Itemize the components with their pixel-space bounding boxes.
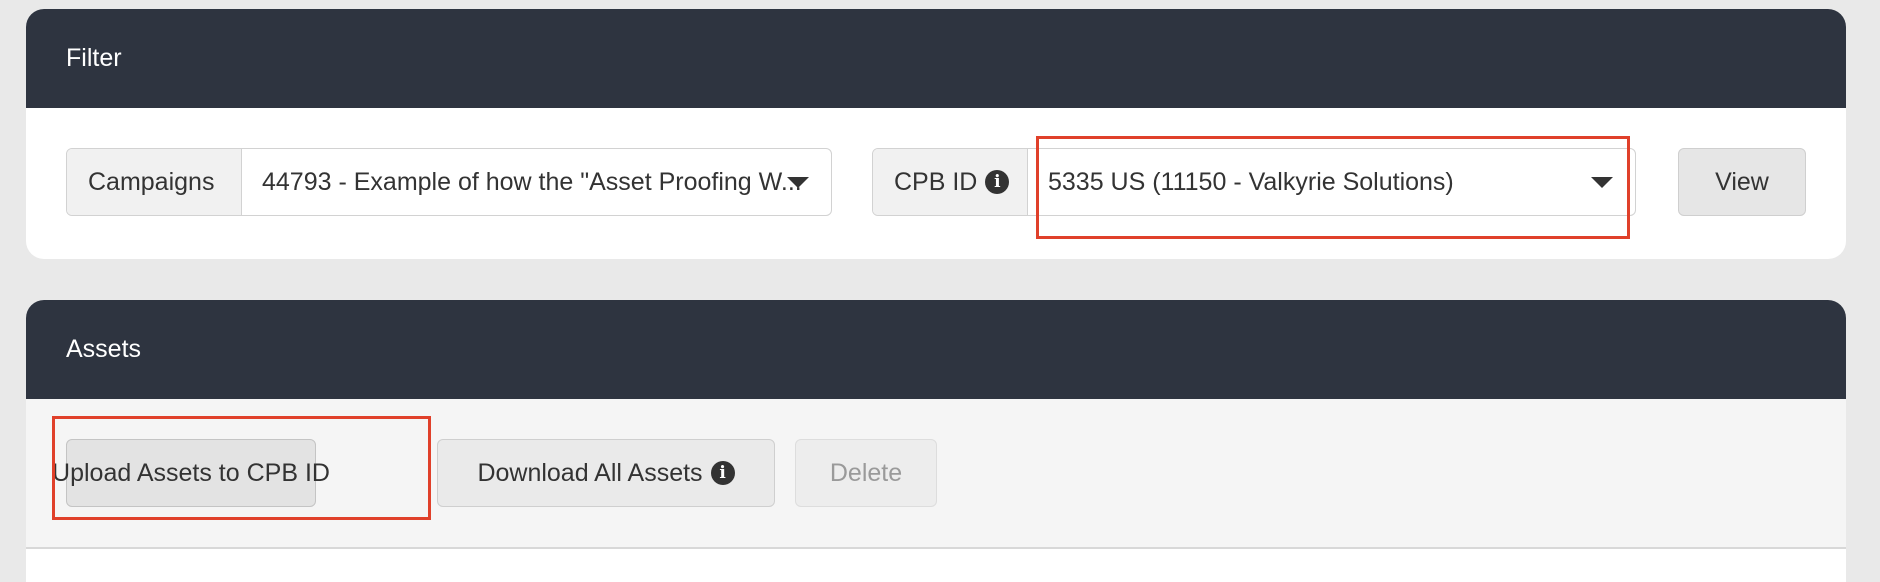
campaigns-selected-value: 44793 - Example of how the "Asset Proofi…	[262, 167, 802, 196]
campaigns-input-group: Campaigns 44793 - Example of how the "As…	[66, 148, 832, 216]
upload-assets-button[interactable]: Upload Assets to CPB ID	[52, 439, 330, 507]
cpb-id-select[interactable]: 5335 US (11150 - Valkyrie Solutions)	[1028, 149, 1635, 215]
delete-button[interactable]: Delete	[795, 439, 937, 507]
page: Filter Campaigns 44793 - Example of how …	[0, 0, 1880, 582]
download-all-assets-label: Download All Assets	[477, 458, 703, 487]
chevron-down-icon	[787, 177, 809, 188]
download-all-assets-button[interactable]: Download All Assets i	[437, 439, 775, 507]
assets-panel-title: Assets	[26, 300, 1846, 399]
cpb-id-label: CPB ID	[894, 167, 978, 196]
filter-panel: Filter Campaigns 44793 - Example of how …	[26, 9, 1846, 259]
cpb-id-addon: CPB ID i	[873, 149, 1028, 215]
filter-panel-title: Filter	[26, 9, 1846, 108]
assets-panel: Assets Upload Assets to CPB ID Download …	[26, 300, 1846, 582]
info-icon[interactable]: i	[710, 461, 735, 485]
campaigns-select[interactable]: 44793 - Example of how the "Asset Proofi…	[242, 149, 831, 215]
cpb-id-input-group: CPB ID i 5335 US (11150 - Valkyrie Solut…	[872, 148, 1636, 216]
assets-toolbar: Upload Assets to CPB ID Download All Ass…	[26, 399, 1846, 549]
chevron-down-icon	[1591, 177, 1613, 188]
campaigns-label: Campaigns	[67, 149, 242, 215]
info-icon[interactable]: i	[985, 170, 1010, 194]
cpb-id-selected-value: 5335 US (11150 - Valkyrie Solutions)	[1048, 167, 1454, 196]
view-button[interactable]: View	[1678, 148, 1806, 216]
